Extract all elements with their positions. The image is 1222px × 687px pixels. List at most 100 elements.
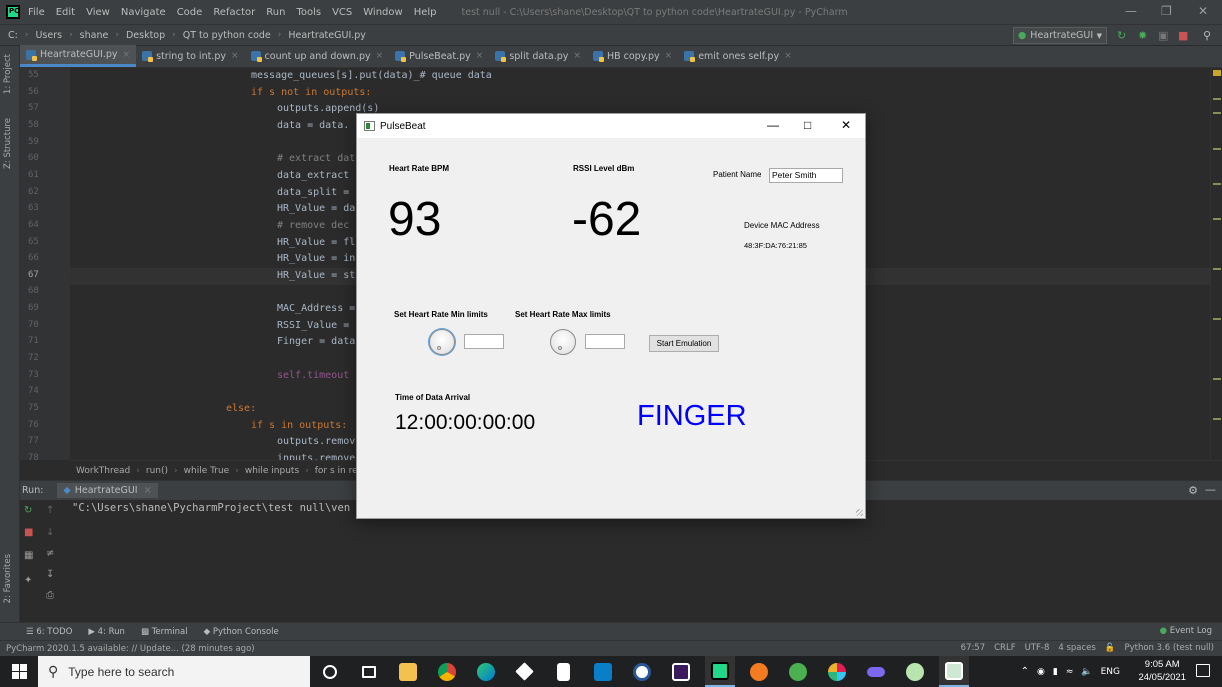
- python-interpreter[interactable]: Python 3.6 (test null): [1124, 643, 1214, 653]
- orange-app-icon[interactable]: [744, 656, 774, 687]
- close-tab-icon[interactable]: ×: [476, 51, 484, 61]
- pycharm-taskbar-icon[interactable]: [704, 656, 735, 687]
- green-app-icon[interactable]: [783, 656, 813, 687]
- favorites-tool-tab[interactable]: 2: Favorites: [3, 554, 13, 603]
- crumb-while-inputs[interactable]: while inputs: [245, 466, 299, 476]
- run-tool-tab[interactable]: ▶ 4: Run: [88, 627, 125, 637]
- word-app-icon[interactable]: [627, 656, 657, 687]
- tab-emit-ones-self[interactable]: emit ones self.py ×: [678, 45, 797, 67]
- resize-grip-icon[interactable]: [856, 509, 863, 516]
- notepad-icon[interactable]: [549, 656, 579, 687]
- menu-help[interactable]: Help: [414, 7, 437, 18]
- camera-icon[interactable]: ◉: [1037, 667, 1045, 677]
- minimize-icon[interactable]: —: [767, 118, 779, 132]
- close-icon[interactable]: ✕: [841, 118, 851, 132]
- menu-window[interactable]: Window: [363, 7, 402, 18]
- menu-refactor[interactable]: Refactor: [213, 7, 255, 18]
- task-view-icon[interactable]: [354, 656, 384, 687]
- breadcrumb-shane[interactable]: shane: [80, 30, 109, 41]
- close-tab-icon[interactable]: ×: [573, 51, 581, 61]
- code-marker[interactable]: [1213, 183, 1221, 185]
- close-tab-icon[interactable]: ×: [123, 50, 131, 60]
- tab-string-to-int[interactable]: string to int.py ×: [136, 45, 244, 67]
- menu-view[interactable]: View: [86, 7, 110, 18]
- crumb-while-true[interactable]: while True: [184, 466, 230, 476]
- crumb-workthread[interactable]: WorkThread: [76, 466, 130, 476]
- start-emulation-button[interactable]: Start Emulation: [649, 335, 719, 352]
- menu-navigate[interactable]: Navigate: [121, 7, 166, 18]
- rerun-icon[interactable]: ↻: [24, 505, 32, 516]
- file-explorer-icon[interactable]: [393, 656, 423, 687]
- stop-icon[interactable]: ■: [24, 527, 33, 538]
- qt-designer-icon[interactable]: [900, 656, 930, 687]
- down-arrow-icon[interactable]: ↓: [46, 527, 54, 538]
- menu-run[interactable]: Run: [266, 7, 285, 18]
- project-tool-tab[interactable]: 1: Project: [3, 54, 13, 94]
- restore-icon[interactable]: ❐: [1161, 4, 1172, 18]
- tray-overflow-icon[interactable]: ⌃: [1021, 666, 1029, 677]
- close-tab-icon[interactable]: ×: [784, 51, 792, 61]
- breadcrumb-folder[interactable]: QT to python code: [183, 30, 271, 41]
- hide-panel-icon[interactable]: —: [1205, 483, 1216, 496]
- breadcrumb-file[interactable]: HeartrateGUI.py: [288, 30, 366, 41]
- status-message[interactable]: PyCharm 2020.1.5 available: // Update...…: [6, 644, 255, 654]
- code-marker[interactable]: [1213, 112, 1221, 114]
- hr-max-input[interactable]: [585, 334, 625, 349]
- breadcrumb-desktop[interactable]: Desktop: [126, 30, 165, 41]
- hr-max-dial[interactable]: [550, 329, 576, 355]
- todo-tab[interactable]: ☰ 6: TODO: [26, 627, 72, 637]
- cortana-icon[interactable]: [315, 656, 345, 687]
- crumb-for-loop[interactable]: for s in re: [315, 466, 358, 476]
- menu-code[interactable]: Code: [177, 7, 203, 18]
- patient-name-input[interactable]: Peter Smith: [769, 168, 843, 183]
- close-icon[interactable]: ✕: [1198, 4, 1208, 18]
- caret-position[interactable]: 67:57: [961, 643, 986, 653]
- close-tab-icon[interactable]: ×: [231, 51, 239, 61]
- chrome-icon[interactable]: [432, 656, 462, 687]
- code-marker[interactable]: [1213, 418, 1221, 420]
- stop-icon[interactable]: ■: [1178, 29, 1188, 42]
- app-diamond-icon[interactable]: [510, 656, 540, 687]
- structure-tool-tab[interactable]: Z: Structure: [3, 118, 13, 169]
- scroll-to-end-icon[interactable]: ↧: [46, 569, 54, 580]
- debug-icon[interactable]: ✸: [1138, 29, 1147, 42]
- breadcrumb-users[interactable]: Users: [35, 30, 62, 41]
- tab-heartrategui[interactable]: HeartrateGUI.py ×: [20, 45, 137, 67]
- code-marker[interactable]: [1213, 378, 1221, 380]
- file-encoding[interactable]: UTF-8: [1025, 643, 1050, 653]
- terminal-tab[interactable]: ▩ Terminal: [141, 627, 188, 637]
- run-configuration-select[interactable]: ● HeartrateGUI ▼: [1013, 27, 1107, 44]
- lock-icon[interactable]: 🔓: [1105, 643, 1116, 653]
- up-arrow-icon[interactable]: ↑: [46, 505, 54, 516]
- close-tab-icon[interactable]: ×: [665, 51, 673, 61]
- soft-wrap-icon[interactable]: ≠: [46, 548, 54, 559]
- start-button[interactable]: [0, 656, 38, 687]
- line-separator[interactable]: CRLF: [994, 643, 1015, 653]
- pulsebeat-taskbar-icon[interactable]: [938, 656, 969, 687]
- notification-center-icon[interactable]: [1196, 664, 1210, 677]
- jetbrains-icon[interactable]: [666, 656, 696, 687]
- coverage-icon[interactable]: ▣: [1158, 29, 1168, 42]
- indent-setting[interactable]: 4 spaces: [1058, 643, 1095, 653]
- settings-gear-icon[interactable]: ⚙: [1188, 484, 1198, 497]
- purple-app-icon[interactable]: [861, 656, 891, 687]
- close-tab-icon[interactable]: ×: [144, 485, 152, 496]
- code-marker[interactable]: [1213, 268, 1221, 270]
- close-tab-icon[interactable]: ×: [376, 51, 384, 61]
- hr-min-input[interactable]: [464, 334, 504, 349]
- run-tab-heartrategui[interactable]: ◆ HeartrateGUI ×: [57, 483, 158, 498]
- python-console-tab[interactable]: ◆ Python Console: [204, 627, 279, 637]
- code-marker[interactable]: [1213, 98, 1221, 100]
- volume-icon[interactable]: 🔈: [1081, 667, 1092, 677]
- pulsebeat-title-bar[interactable]: PulseBeat — □ ✕: [357, 114, 865, 138]
- menu-file[interactable]: File: [28, 7, 45, 18]
- search-icon[interactable]: ⚲: [1203, 29, 1211, 42]
- hr-min-dial[interactable]: [429, 329, 455, 355]
- wifi-icon[interactable]: ≈: [1066, 667, 1074, 677]
- battery-icon[interactable]: ▮: [1053, 667, 1058, 677]
- rerun-icon[interactable]: ↻: [1117, 29, 1126, 42]
- code-marker[interactable]: [1213, 218, 1221, 220]
- layout-icon[interactable]: ▦: [24, 550, 33, 561]
- editor-error-stripe[interactable]: [1210, 68, 1222, 460]
- minimize-icon[interactable]: —: [1125, 4, 1137, 18]
